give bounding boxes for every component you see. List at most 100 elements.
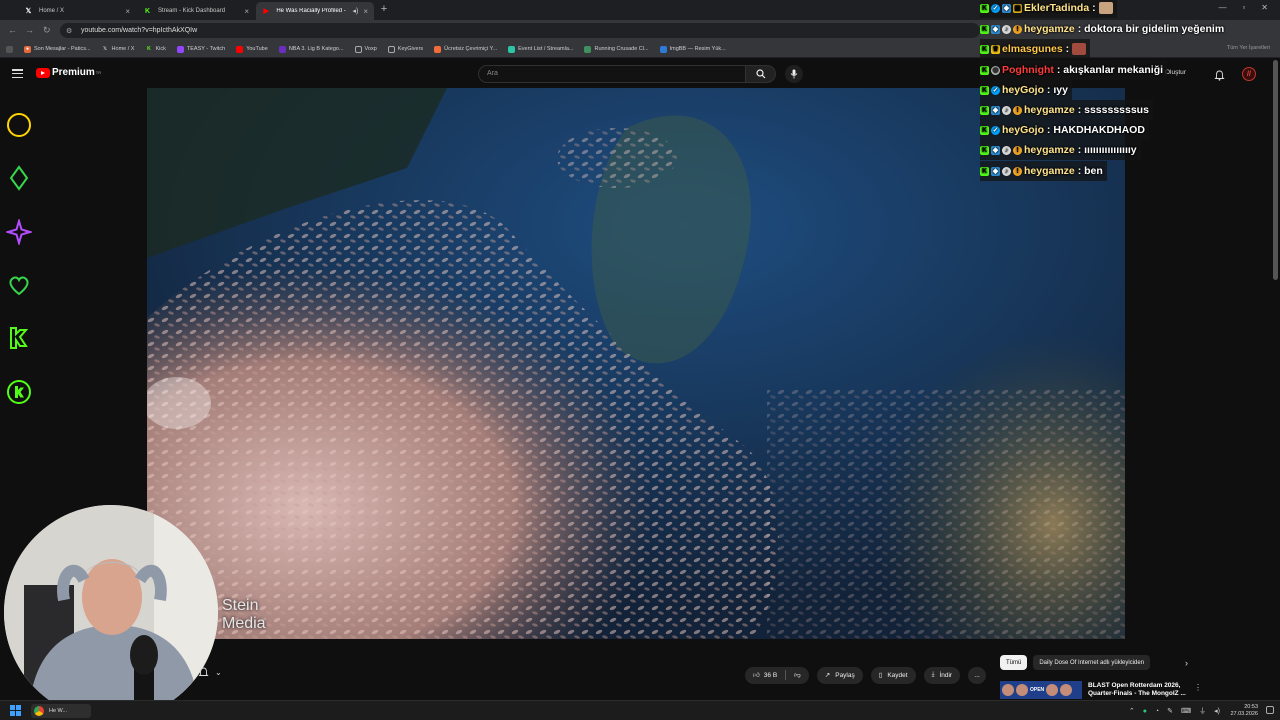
all-bookmarks[interactable]: Tüm Yer İşaretleri (1227, 45, 1270, 51)
reload-icon[interactable]: ↻ (43, 25, 51, 36)
recommendation-chips: Tümü Daily Dose Of Internet adlı yükleyi… (1000, 655, 1151, 670)
webcam-overlay (4, 505, 218, 720)
save-button[interactable]: ▯ Kaydet (870, 666, 916, 684)
usb-icon[interactable]: ⏚ (1199, 706, 1206, 716)
neon-star-icon (6, 219, 32, 245)
chat-message: K ✓ heyGojo : ıyy (980, 80, 1072, 100)
new-tab-button[interactable]: + (378, 3, 390, 15)
chat-message: K ✓ heyGojo : HAKDHAKDHAOD (980, 120, 1149, 140)
subscriber-badge-icon: ◆ (991, 166, 1000, 176)
divider (785, 670, 787, 680)
minimize-icon[interactable]: — (1218, 3, 1226, 12)
bookmark-item[interactable]: ImgBB — Resim Yük... (659, 45, 726, 53)
video-player[interactable] (147, 88, 1125, 639)
chip-all[interactable]: Tümü (1000, 655, 1028, 670)
search-input[interactable]: Ara (478, 65, 746, 83)
like-dislike-group: 👍︎ 36 B 👎︎ (745, 666, 809, 684)
bookmark-item[interactable]: Voxp (354, 45, 377, 53)
bookmark-icon: ▯ (878, 672, 883, 679)
url-bar[interactable]: ⚙ youtube.com/watch?v=hpIcthAkXQIw (60, 23, 980, 38)
speaker-icon[interactable]: ◂) (352, 7, 358, 15)
chevron-right-icon[interactable]: › (1185, 658, 1188, 668)
bookmark-item[interactable]: K Kick (145, 46, 166, 53)
bookmark-item[interactable]: TEASY - Twitch (176, 45, 225, 53)
chevron-up-icon[interactable]: ⌃ (1129, 707, 1135, 715)
share-icon: ↗ (824, 672, 831, 679)
volume-icon[interactable]: ◂) (1214, 707, 1220, 715)
close-tab-icon[interactable]: × (244, 7, 249, 16)
kick-badge-icon: K (980, 24, 989, 34)
bookmark-item[interactable]: NBA 3. Lig B Katego... (278, 45, 344, 53)
kick-badge-icon: K (980, 44, 989, 54)
keyboard-icon[interactable]: ⌨ (1181, 707, 1191, 715)
share-button[interactable]: ↗ Paylaş (816, 666, 863, 684)
app-tray-icon[interactable]: ● (1143, 708, 1147, 715)
back-icon[interactable]: ← (8, 25, 17, 35)
tab-youtube[interactable]: ▶ He Was Racially Profiled - Yo ◂) × (256, 2, 374, 20)
recommended-video[interactable]: OPEN BLAST Open Rotterdam 2026, Quarter-… (1000, 681, 1202, 699)
system-tray: ⌃ ● ◔ ✎ ⌨ ⏚ ◂) (1129, 706, 1220, 716)
chat-message: K ✓ ◆ ▣ EklerTadinda : (980, 0, 1117, 18)
kick-badge-icon: K (980, 85, 989, 95)
bookmark-item[interactable]: KeyGivers (387, 45, 423, 53)
chat-message: K ◆ ♪ ! heygamze : ben (980, 161, 1107, 181)
search-button[interactable] (746, 65, 776, 83)
recommended-video-title: BLAST Open Rotterdam 2026, Quarter-Final… (1088, 682, 1186, 697)
notification-center-icon[interactable] (1266, 706, 1274, 714)
tab-x[interactable]: 𝕏 Home / X × (18, 2, 136, 20)
bookmark-item[interactable]: ● Son Mesajlar - Patics... (24, 45, 91, 53)
gifter-badge-icon: ♪ (1002, 105, 1011, 115)
kick-badge-icon: K (980, 105, 989, 115)
microphone-icon (790, 69, 798, 79)
create-button[interactable]: Oluştur (1165, 69, 1186, 76)
site-info-icon[interactable]: ⚙ (66, 27, 74, 35)
page-scrollbar[interactable] (1273, 60, 1278, 280)
neon-circle-icon (7, 113, 31, 137)
network-icon[interactable]: ◔ (1155, 708, 1159, 715)
close-tab-icon[interactable]: × (125, 7, 130, 16)
windows-start-icon[interactable] (10, 705, 21, 716)
more-vert-icon[interactable]: ⋮ (1194, 683, 1202, 692)
subscriber-badge-icon: ◆ (991, 145, 1000, 155)
video-thumbnail: OPEN (1000, 681, 1082, 699)
voice-search-button[interactable] (785, 65, 803, 83)
bookmark-item[interactable]: Event List / Streamla... (508, 45, 573, 53)
taskbar-chrome-button[interactable]: He W... (31, 704, 91, 718)
subscriber-badge-icon: ◆ (1002, 3, 1011, 13)
bookmark-item[interactable]: 𝕏 Home / X (102, 46, 134, 53)
youtube-logo[interactable]: Premium TR (36, 67, 101, 78)
menu-icon[interactable] (12, 69, 23, 79)
subscription-notifications[interactable]: ⌄ (198, 667, 222, 678)
dislike-button[interactable]: 👎︎ (794, 671, 801, 679)
chat-message: K ◆ ♪ ! heygamze : ııııııııııııııııy (980, 140, 1141, 160)
tab-kick[interactable]: K Stream - Kick Dashboard × (137, 2, 255, 20)
apps-icon[interactable] (6, 45, 16, 53)
forward-icon[interactable]: → (25, 25, 34, 35)
close-window-icon[interactable]: ✕ (1261, 3, 1268, 12)
emote-image (1098, 2, 1113, 14)
bookmark-item[interactable]: Running Crusade Cl... (584, 45, 649, 53)
download-button[interactable]: ⤓ İndir (923, 666, 961, 684)
chat-message: K ♛ elmasgunes : (980, 39, 1091, 59)
video-watermark: Stein Media (222, 597, 266, 632)
maximize-icon[interactable]: ▫ (1242, 3, 1245, 12)
chip-uploader[interactable]: Daily Dose Of Internet adlı yükleyiciden (1033, 655, 1151, 670)
video-actions: 👍︎ 36 B 👎︎ ↗ Paylaş ▯ Kaydet ⤓ İndir ... (745, 666, 987, 684)
chevron-down-icon: ⌄ (215, 668, 222, 677)
tab-label: Home / X (39, 8, 65, 14)
verified-badge-icon: ✓ (991, 3, 1000, 13)
bookmark-item[interactable]: Ücretsiz Çevrimiçi Y... (434, 45, 497, 53)
close-tab-icon[interactable]: × (363, 7, 368, 16)
more-actions-button[interactable]: ... (968, 666, 987, 684)
account-avatar[interactable]: // (1242, 67, 1256, 81)
moderator-badge-icon: ◉ (991, 65, 1000, 75)
pen-icon[interactable]: ✎ (1167, 707, 1173, 715)
like-button[interactable]: 👍︎ 36 B (753, 671, 777, 680)
download-icon: ⤓ (931, 671, 935, 678)
neon-kick-circle-icon (7, 380, 31, 404)
gift-badge-icon: ▣ (1013, 3, 1022, 13)
notifications-bell-icon[interactable] (1214, 68, 1225, 86)
bookmark-item[interactable]: YouTube (236, 45, 268, 53)
tab-label: Stream - Kick Dashboard (158, 8, 226, 14)
taskbar-clock[interactable]: 20:53 27.03.2026 (1230, 704, 1258, 718)
